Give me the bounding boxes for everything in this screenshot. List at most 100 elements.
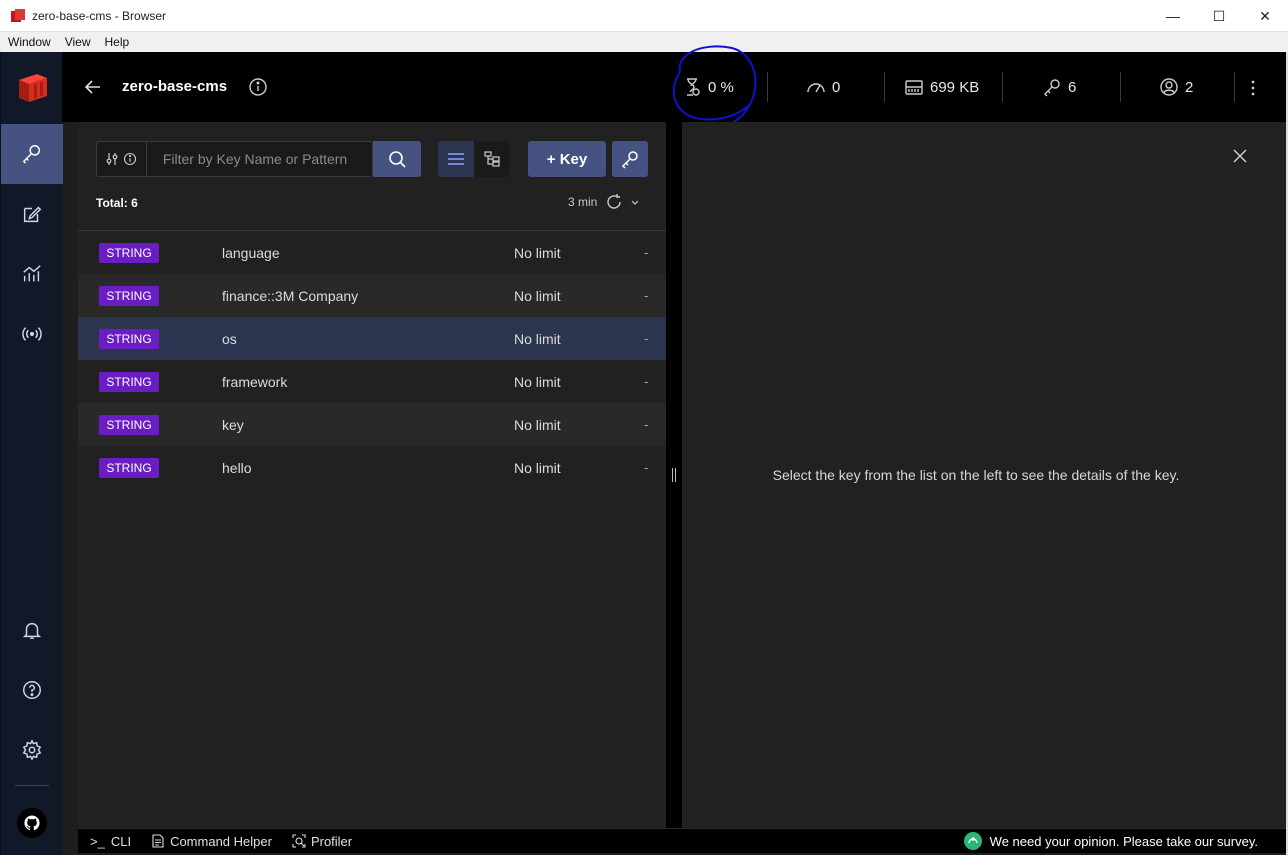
redis-app-icon: [11, 8, 25, 22]
key-filter-input[interactable]: [146, 151, 372, 167]
type-badge: STRING: [99, 243, 159, 263]
clients-stat[interactable]: 2: [1159, 77, 1193, 97]
analytics-icon: [23, 265, 41, 282]
survey-link[interactable]: We need your opinion. Please take our su…: [963, 832, 1258, 850]
github-icon: [24, 815, 40, 831]
key-icon: [1044, 79, 1060, 97]
close-window-button[interactable]: ✕: [1242, 0, 1288, 32]
bulk-actions-button[interactable]: [612, 141, 648, 177]
annotation-circle: [672, 45, 757, 125]
key-list-panel: + Key Total: 6 3 min STRING language No …: [78, 122, 666, 828]
tree-view-button[interactable]: [474, 141, 510, 177]
keys-value: 6: [1068, 78, 1077, 96]
key-size: -: [644, 460, 649, 475]
search-icon: [389, 151, 406, 168]
type-badge: STRING: [99, 372, 159, 392]
view-toggle: [438, 141, 510, 177]
database-name: zero-base-cms: [122, 78, 228, 95]
filter-options-button[interactable]: [97, 142, 147, 176]
type-badge: STRING: [99, 329, 159, 349]
key-name: key: [222, 417, 244, 433]
maximize-button[interactable]: ☐: [1196, 0, 1242, 32]
wrench-icon: [621, 151, 638, 169]
more-options-icon[interactable]: [1246, 78, 1260, 98]
key-list: STRING language No limit - STRING financ…: [78, 231, 666, 489]
search-button[interactable]: [373, 141, 421, 177]
sidebar-item-browser[interactable]: [1, 124, 63, 184]
speedometer-icon: [807, 83, 825, 93]
stat-separator: [1002, 72, 1003, 102]
key-row[interactable]: STRING hello No limit -: [78, 446, 666, 489]
ops-value: 0: [832, 78, 841, 96]
key-row-selected[interactable]: STRING os No limit -: [78, 317, 666, 360]
menu-window[interactable]: Window: [0, 35, 58, 49]
tree-icon: [484, 151, 500, 167]
empty-details-message: Select the key from the list on the left…: [772, 467, 1180, 483]
broadcast-icon: [22, 327, 42, 341]
refresh-icon[interactable]: [605, 193, 623, 211]
command-helper-label: Command Helper: [170, 833, 272, 849]
memory-value: 699 KB: [930, 78, 980, 96]
key-details-panel: Select the key from the list on the left…: [682, 122, 1286, 828]
minimize-button[interactable]: —: [1150, 0, 1196, 32]
key-size: -: [644, 417, 649, 432]
sidebar-item-workbench[interactable]: [1, 184, 63, 244]
key-name: hello: [222, 460, 252, 476]
terminal-prompt-icon: >_: [90, 833, 105, 849]
list-view-button[interactable]: [438, 141, 474, 177]
list-icon: [448, 153, 464, 165]
redis-logo-icon[interactable]: [15, 70, 51, 106]
chevron-down-icon[interactable]: [629, 196, 641, 208]
keys-stat[interactable]: 6: [1042, 77, 1076, 97]
window-title: zero-base-cms - Browser: [32, 8, 167, 23]
key-ttl: No limit: [514, 374, 561, 390]
clients-value: 2: [1185, 78, 1194, 96]
stat-separator: [1234, 72, 1235, 102]
key-row[interactable]: STRING key No limit -: [78, 403, 666, 446]
memory-icon: [905, 80, 923, 95]
panel-resize-handle[interactable]: [666, 122, 682, 828]
cli-button[interactable]: >_ CLI: [90, 834, 131, 849]
survey-text: We need your opinion. Please take our su…: [989, 833, 1258, 849]
github-link[interactable]: [17, 808, 47, 838]
sidebar-item-help[interactable]: [1, 660, 63, 720]
survey-icon: [963, 832, 982, 850]
resize-grip-icon: [672, 468, 676, 482]
key-name: framework: [222, 374, 288, 390]
key-ttl: No limit: [514, 288, 561, 304]
sidebar-item-analysis[interactable]: [1, 244, 63, 304]
back-arrow-icon[interactable]: [82, 76, 104, 98]
help-icon: [23, 681, 41, 699]
ops-stat[interactable]: 0: [806, 77, 840, 97]
type-badge: STRING: [99, 415, 159, 435]
menu-help[interactable]: Help: [97, 35, 136, 49]
menu-view[interactable]: View: [58, 35, 98, 49]
gear-icon: [22, 739, 42, 761]
command-helper-button[interactable]: Command Helper: [151, 834, 272, 849]
sidebar-divider: [15, 785, 49, 786]
type-badge: STRING: [99, 286, 159, 306]
window-controls: — ☐ ✕: [1150, 0, 1288, 32]
document-icon: [152, 834, 164, 848]
key-size: -: [644, 374, 649, 389]
refresh-control[interactable]: 3 min: [568, 193, 641, 211]
sidebar-item-notifications[interactable]: [1, 600, 63, 660]
stat-separator: [1120, 72, 1121, 102]
close-icon[interactable]: [1232, 148, 1248, 164]
key-row[interactable]: STRING language No limit -: [78, 231, 666, 274]
key-name: finance::3M Company: [222, 288, 359, 304]
key-ttl: No limit: [514, 245, 561, 261]
profiler-button[interactable]: Profiler: [292, 834, 352, 849]
sidebar-item-pubsub[interactable]: [1, 304, 63, 364]
add-key-button[interactable]: + Key: [528, 141, 606, 177]
edit-icon: [23, 206, 42, 223]
type-badge: STRING: [99, 458, 159, 478]
bell-icon: [22, 622, 42, 639]
key-row[interactable]: STRING finance::3M Company No limit -: [78, 274, 666, 317]
window-titlebar: zero-base-cms - Browser — ☐ ✕: [0, 0, 1288, 32]
total-keys-label: Total: 6: [96, 196, 138, 210]
key-row[interactable]: STRING framework No limit -: [78, 360, 666, 403]
memory-stat[interactable]: 699 KB: [904, 77, 979, 97]
sidebar-item-settings[interactable]: [1, 720, 63, 780]
info-icon[interactable]: [248, 77, 268, 97]
